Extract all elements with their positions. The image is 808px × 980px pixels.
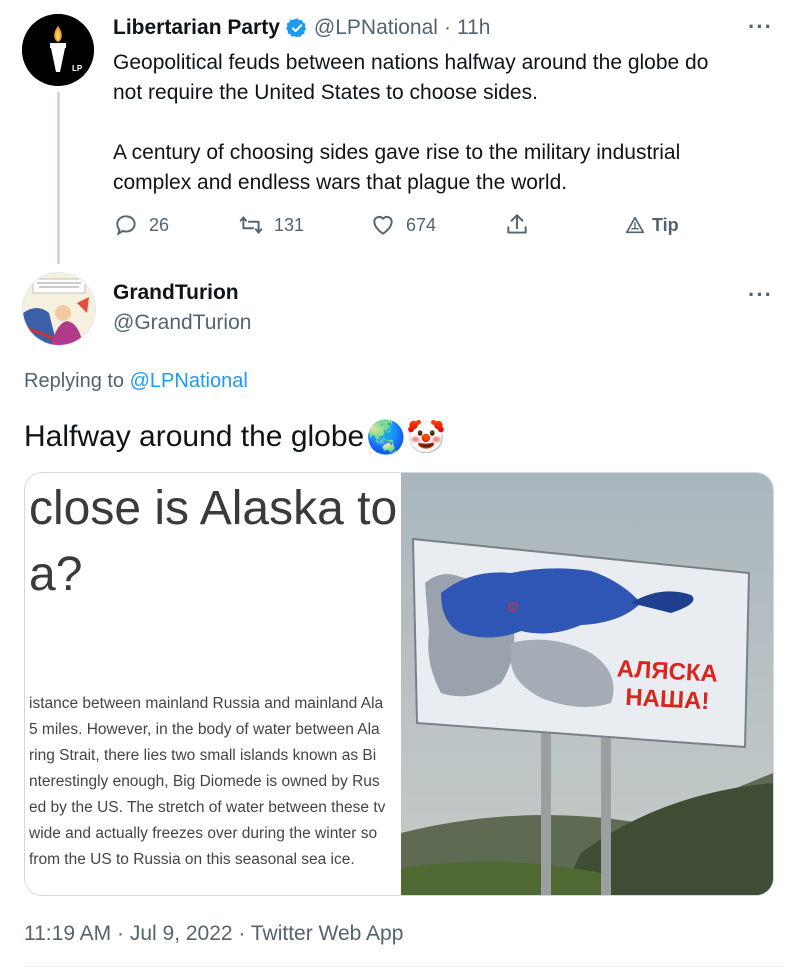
tweet2-text: Halfway around the globe: [24, 420, 365, 453]
divider: [24, 966, 784, 967]
billboard-photo-image: АЛЯСКА НАША!: [401, 473, 773, 895]
more-options-icon[interactable]: ···: [748, 282, 773, 308]
tweet-time[interactable]: 11h: [457, 16, 490, 40]
more-options-icon[interactable]: ···: [748, 14, 773, 40]
billboard-text: АЛЯСКА: [616, 655, 718, 687]
retweet-icon: [239, 216, 263, 234]
tweet1-header: Libertarian Party @LPNational · 11h: [113, 16, 490, 40]
tweet2-body: Halfway around the globe 🌏🤡: [24, 418, 446, 456]
article-line: from the US to Russia on this seasonal s…: [29, 851, 355, 868]
replying-to: Replying to @LPNational: [24, 370, 248, 393]
share-icon: [507, 214, 527, 234]
article-line: nterestingly enough, Big Diomede is owne…: [29, 773, 380, 790]
author-name[interactable]: Libertarian Party: [113, 16, 280, 40]
share-button[interactable]: [504, 212, 530, 238]
tweet1-body: Geopolitical feuds between nations halfw…: [113, 48, 783, 198]
heart-icon: [373, 215, 393, 235]
author-name[interactable]: GrandTurion: [113, 281, 239, 305]
article-screenshot: close is Alaska to a? istance between ma…: [25, 473, 401, 895]
tweet1-line: complex and endless wars that plague the…: [113, 171, 568, 194]
retweet-count: 131: [274, 214, 305, 235]
tip-label: Tip: [652, 214, 679, 235]
article-line: 5 miles. However, in the body of water b…: [29, 721, 380, 738]
retweet-button[interactable]: 131: [238, 212, 304, 238]
article-paragraph: istance between mainland Russia and main…: [29, 691, 385, 873]
reply-icon: [116, 215, 136, 236]
cartoon-avatar-icon: [23, 273, 95, 345]
tweet-media[interactable]: close is Alaska to a? istance between ma…: [24, 472, 774, 896]
replying-prefix: Replying to: [24, 370, 125, 392]
tip-button[interactable]: Tip: [624, 214, 679, 236]
tweet1-line: Geopolitical feuds between nations halfw…: [113, 51, 709, 74]
reply-button[interactable]: 26: [113, 212, 169, 238]
article-line: istance between mainland Russia and main…: [29, 695, 384, 712]
avatar-libertarian-party[interactable]: LP: [22, 14, 94, 86]
verified-badge-icon: [285, 18, 307, 38]
article-line: wide and actually freezes over during th…: [29, 825, 378, 842]
article-line: ring Strait, there lies two small island…: [29, 747, 377, 764]
thread-connector-line: [57, 92, 60, 264]
like-count: 674: [406, 214, 437, 235]
avatar-grandturion[interactable]: [22, 272, 96, 346]
replying-mention-link[interactable]: @LPNational: [130, 370, 248, 392]
billboard-text: НАША!: [625, 684, 710, 715]
article-line: ed by the US. The stretch of water betwe…: [29, 799, 386, 816]
author-handle[interactable]: @GrandTurion: [113, 311, 251, 335]
article-heading: close is Alaska to: [29, 482, 398, 535]
tweet-timestamp-source[interactable]: 11:19 AM · Jul 9, 2022 · Twitter Web App: [24, 922, 403, 946]
like-button[interactable]: 674: [370, 212, 436, 238]
tip-icon: [625, 216, 645, 234]
article-heading: a?: [29, 548, 83, 601]
avatar-label: LP: [72, 64, 83, 73]
author-handle[interactable]: @LPNational: [314, 16, 438, 40]
dot-separator: ·: [443, 16, 451, 39]
reply-count: 26: [149, 214, 170, 235]
tweet1-line: A century of choosing sides gave rise to…: [113, 141, 681, 164]
globe-clown-emoji: 🌏🤡: [366, 419, 446, 455]
torch-logo-icon: [22, 14, 94, 86]
tweet1-line: not require the United States to choose …: [113, 81, 538, 104]
billboard-photo: АЛЯСКА НАША!: [401, 473, 773, 895]
